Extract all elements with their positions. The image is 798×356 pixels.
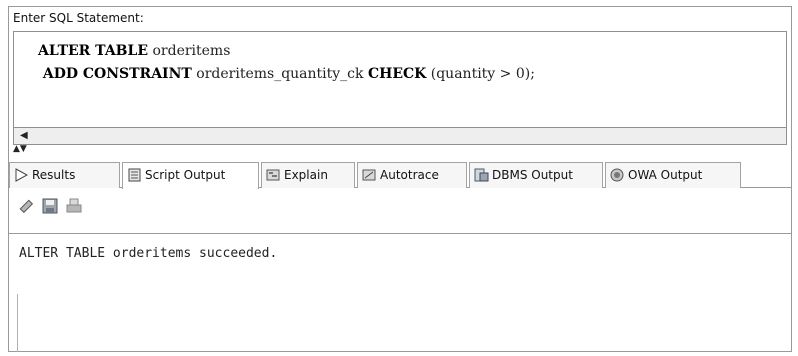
- output-divider: [17, 294, 18, 352]
- dbms-output-icon: [474, 168, 489, 182]
- tab-explain[interactable]: Explain: [261, 162, 355, 188]
- horizontal-scrollbar[interactable]: ◀: [13, 127, 787, 145]
- scroll-left-arrow-icon[interactable]: ◀: [20, 130, 32, 142]
- tab-dbms-output[interactable]: DBMS Output: [469, 162, 603, 188]
- sql-worksheet-panel: Enter SQL Statement: ALTER TABLE orderit…: [8, 6, 792, 352]
- autotrace-icon: [362, 169, 376, 181]
- tab-label: DBMS Output: [492, 168, 573, 182]
- output-toolbar: [9, 189, 791, 233]
- sql-editor[interactable]: ALTER TABLE orderitems ADD CONSTRAINT or…: [13, 31, 787, 127]
- sql-keyword: ADD CONSTRAINT: [38, 66, 192, 82]
- tab-label: Results: [32, 168, 76, 182]
- output-message: ALTER TABLE orderitems succeeded.: [19, 246, 278, 261]
- tab-script-output[interactable]: Script Output: [122, 162, 259, 189]
- document-icon: [128, 168, 141, 182]
- output-tab-bar: Results Script Output Explain Autotrace …: [9, 158, 791, 189]
- tab-label: Explain: [284, 168, 328, 182]
- save-icon[interactable]: [41, 197, 59, 215]
- play-icon: [15, 168, 29, 182]
- splitter-arrows-icon[interactable]: ▲▼: [13, 145, 43, 158]
- editor-header-label: Enter SQL Statement:: [13, 11, 144, 25]
- print-icon[interactable]: [65, 197, 83, 215]
- sql-keyword: ALTER TABLE: [38, 43, 149, 59]
- script-output-pane: ALTER TABLE orderitems succeeded.: [9, 233, 791, 352]
- sql-line: ADD CONSTRAINT orderitems_quantity_ck CH…: [38, 63, 535, 86]
- sql-keyword: CHECK: [367, 66, 427, 82]
- tab-label: OWA Output: [628, 168, 703, 182]
- tab-label: Script Output: [145, 168, 226, 182]
- tab-autotrace[interactable]: Autotrace: [357, 162, 467, 188]
- owa-output-icon: [610, 168, 624, 182]
- tab-results[interactable]: Results: [9, 162, 120, 188]
- sql-statement-text[interactable]: ALTER TABLE orderitems ADD CONSTRAINT or…: [38, 40, 535, 86]
- sql-line: ALTER TABLE orderitems: [38, 40, 535, 63]
- sql-text: orderitems: [148, 43, 231, 59]
- tab-label: Autotrace: [380, 168, 439, 182]
- sql-text: (quantity > 0);: [426, 66, 535, 82]
- explain-icon: [266, 169, 280, 181]
- tab-owa-output[interactable]: OWA Output: [605, 162, 741, 188]
- sql-text: orderitems_quantity_ck: [191, 66, 368, 82]
- eraser-icon[interactable]: [17, 197, 35, 215]
